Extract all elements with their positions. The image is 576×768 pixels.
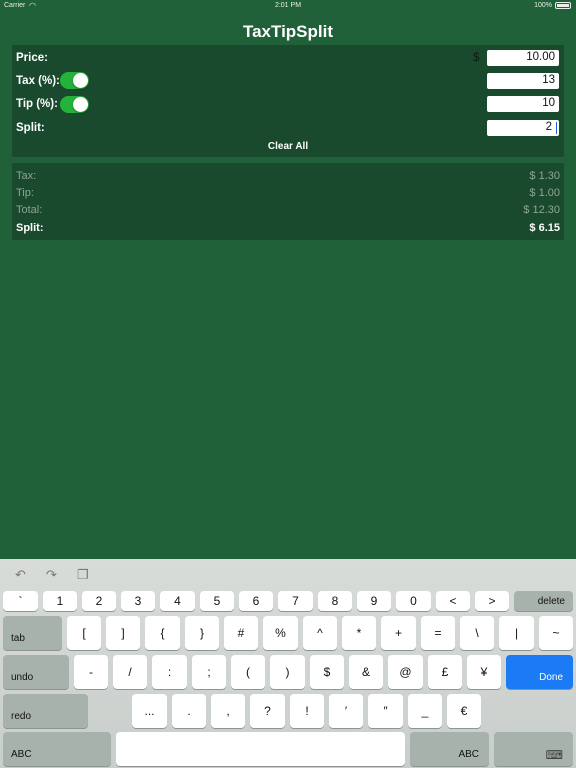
key[interactable]: ^ — [303, 616, 337, 650]
key[interactable]: ; — [192, 655, 226, 689]
status-bar: Carrier ◠ 2:01 PM 100% — [0, 0, 576, 12]
tip-input[interactable]: 10 — [487, 96, 559, 112]
key[interactable]: ) — [270, 655, 305, 689]
key[interactable]: | — [499, 616, 534, 650]
result-split-label: Split: — [16, 222, 44, 234]
keyboard: ↶ ↷ ❐ ` 1 2 3 4 5 6 7 8 9 0 < > delete t… — [0, 559, 576, 768]
key[interactable]: # — [224, 616, 258, 650]
paste-icon[interactable]: ❐ — [77, 567, 89, 583]
result-split-value: $ 6.15 — [529, 222, 560, 234]
result-tip-value: $ 1.00 — [529, 187, 560, 199]
key[interactable]: + — [381, 616, 416, 650]
currency-symbol: $ — [473, 52, 480, 64]
split-input-value: 2 — [545, 121, 552, 133]
result-total-label: Total: — [16, 204, 43, 216]
key[interactable]: % — [263, 616, 298, 650]
key[interactable]: & — [349, 655, 383, 689]
key[interactable]: ! — [290, 694, 324, 728]
redo-icon[interactable]: ↷ — [46, 567, 57, 583]
key[interactable]: 9 — [357, 591, 391, 611]
text-caret — [556, 122, 557, 134]
key[interactable]: ` — [3, 591, 38, 611]
key[interactable]: ? — [250, 694, 285, 728]
result-tax-value: $ 1.30 — [529, 170, 560, 182]
abc-key-left[interactable]: ABC — [3, 732, 111, 766]
tab-key[interactable]: tab — [3, 616, 62, 650]
key[interactable]: ″ — [368, 694, 403, 728]
key[interactable]: : — [152, 655, 187, 689]
key[interactable]: { — [145, 616, 180, 650]
key[interactable]: - — [74, 655, 108, 689]
key[interactable]: $ — [310, 655, 344, 689]
delete-key[interactable]: delete — [514, 591, 573, 611]
key[interactable]: / — [113, 655, 147, 689]
key[interactable]: _ — [408, 694, 442, 728]
tax-input[interactable]: 13 — [487, 73, 559, 89]
redo-key[interactable]: redo — [3, 694, 88, 728]
key[interactable]: . — [172, 694, 206, 728]
battery-percent: 100% — [534, 2, 552, 9]
tip-toggle[interactable] — [60, 96, 89, 113]
key[interactable]: \ — [460, 616, 494, 650]
key[interactable]: 7 — [278, 591, 313, 611]
undo-key[interactable]: undo — [3, 655, 69, 689]
key[interactable]: 0 — [396, 591, 431, 611]
key[interactable]: 5 — [200, 591, 234, 611]
status-time: 2:01 PM — [274, 2, 302, 9]
app-title: TaxTipSplit — [242, 22, 334, 41]
key[interactable]: < — [436, 591, 470, 611]
space-bar[interactable] — [116, 732, 405, 766]
key[interactable]: 8 — [318, 591, 352, 611]
tip-label: Tip (%): — [16, 98, 58, 110]
keyboard-dismiss-icon: ⌨ — [545, 748, 563, 762]
dismiss-keyboard-key[interactable]: ⌨ — [494, 732, 573, 766]
key[interactable]: ′ — [329, 694, 363, 728]
abc-key-right[interactable]: ABC — [410, 732, 489, 766]
key[interactable]: ... — [132, 694, 167, 728]
key[interactable]: ¥ — [467, 655, 501, 689]
undo-icon[interactable]: ↶ — [15, 567, 26, 583]
tax-toggle-knob — [73, 73, 88, 88]
result-tip-label: Tip: — [16, 187, 34, 199]
split-label: Split: — [16, 122, 45, 134]
key[interactable]: 6 — [239, 591, 273, 611]
key[interactable]: € — [447, 694, 481, 728]
results-panel: Tax: $ 1.30 Tip: $ 1.00 Total: $ 12.30 S… — [12, 163, 564, 240]
key[interactable]: , — [211, 694, 245, 728]
key[interactable]: 1 — [43, 591, 77, 611]
done-key[interactable]: Done — [506, 655, 573, 689]
key[interactable]: 4 — [160, 591, 195, 611]
tip-toggle-knob — [73, 97, 88, 112]
key[interactable]: * — [342, 616, 376, 650]
battery-icon — [555, 2, 571, 9]
result-total-value: $ 12.30 — [523, 204, 560, 216]
key[interactable]: 3 — [121, 591, 155, 611]
split-input[interactable]: 2 — [487, 120, 559, 136]
key[interactable]: 2 — [82, 591, 116, 611]
key[interactable]: ] — [106, 616, 140, 650]
result-tax-label: Tax: — [16, 170, 37, 182]
inputs-panel: Price: $ 10.00 Tax (%): 13 Tip (%): 10 S… — [12, 45, 564, 157]
key[interactable]: > — [475, 591, 509, 611]
keyboard-toolbar: ↶ ↷ ❐ — [0, 559, 576, 589]
clear-all-button[interactable]: Clear All — [12, 141, 564, 152]
key[interactable]: [ — [67, 616, 101, 650]
key[interactable]: = — [421, 616, 455, 650]
price-input[interactable]: 10.00 — [487, 50, 559, 66]
key[interactable]: £ — [428, 655, 462, 689]
key[interactable]: ( — [231, 655, 265, 689]
key[interactable]: } — [185, 616, 219, 650]
tax-toggle[interactable] — [60, 72, 89, 89]
tax-label: Tax (%): — [16, 75, 60, 87]
key[interactable]: @ — [388, 655, 423, 689]
key[interactable]: ~ — [539, 616, 573, 650]
price-label: Price: — [16, 52, 48, 64]
